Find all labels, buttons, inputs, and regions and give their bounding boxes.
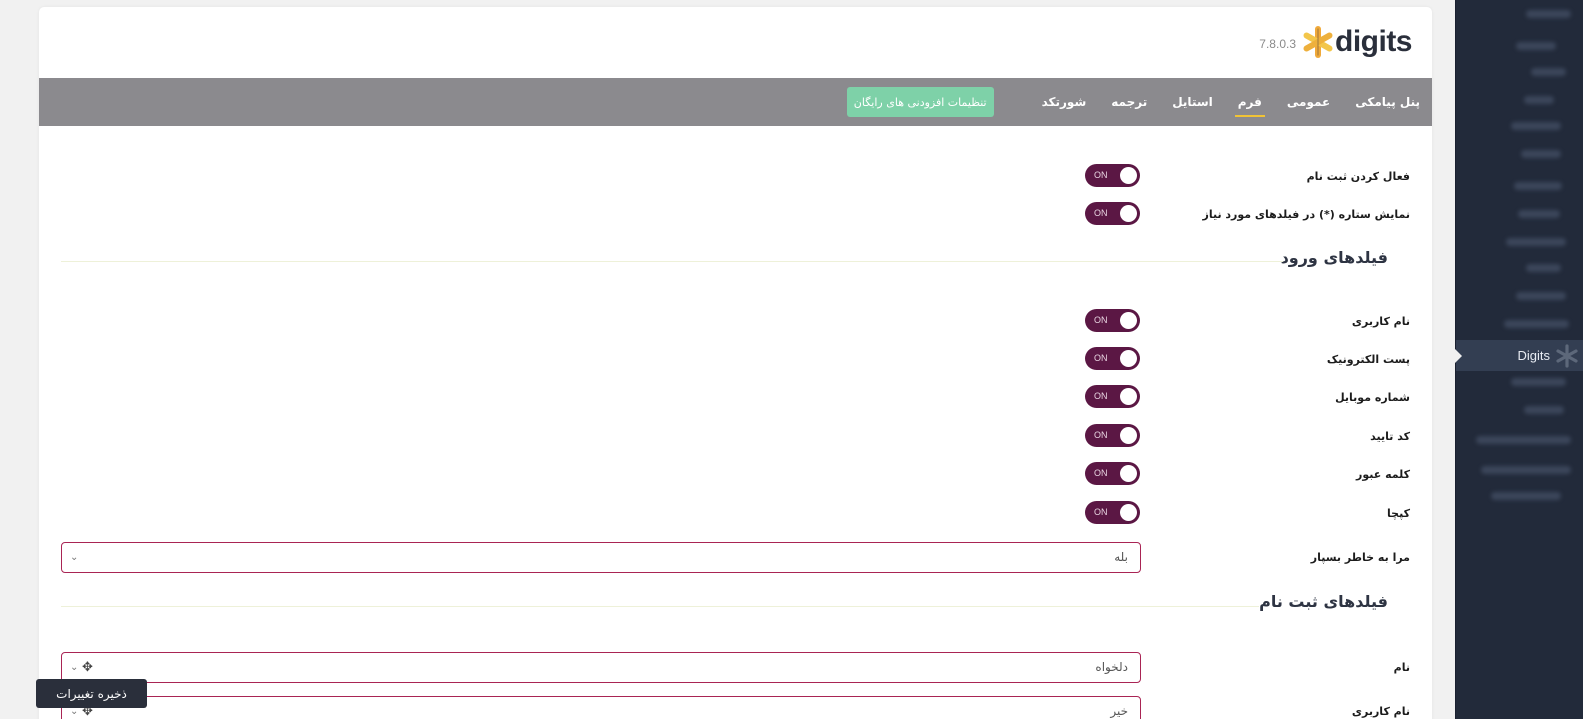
brand-name: digits (1335, 25, 1413, 58)
password-label: کلمه عبور (1356, 467, 1410, 481)
sidebar-item-digits[interactable]: Digits (1456, 340, 1583, 371)
chevron-down-icon: ⌄ (70, 662, 79, 673)
login-fields-title: فیلدهای ورود (1280, 248, 1388, 267)
select-value: بله (1114, 550, 1128, 564)
toggle-knob (1120, 350, 1137, 367)
toggle-text: ON (1094, 353, 1108, 363)
digits-asterisk-icon (1303, 26, 1333, 58)
toggle-text: ON (1094, 391, 1108, 401)
save-changes-button[interactable]: ذخیره تغییرات (36, 679, 147, 708)
card-header: 7.8.0.3 digits (39, 7, 1432, 78)
settings-card: 7.8.0.3 digits پنل پیامکی عمومی فرم استا… (39, 7, 1432, 719)
password-toggle[interactable]: ON (1085, 462, 1140, 485)
toggle-knob (1120, 427, 1137, 444)
enable-registration-label: فعال کردن ثبت نام (1306, 169, 1410, 183)
toggle-text: ON (1094, 430, 1108, 440)
toggle-text: ON (1094, 170, 1108, 180)
setting-row: کلمه عبور ON (39, 459, 1432, 489)
active-indicator (1455, 349, 1462, 363)
tab-sms-panel[interactable]: پنل پیامکی (1355, 92, 1420, 112)
tab-style[interactable]: استایل (1172, 92, 1213, 112)
tab-general[interactable]: عمومی (1287, 92, 1330, 112)
email-toggle[interactable]: ON (1085, 347, 1140, 370)
select-value: دلخواه (1095, 660, 1128, 674)
setting-row: نام کاربری خیر ⌄ ✥ (39, 696, 1432, 719)
tab-translation[interactable]: ترجمه (1111, 92, 1147, 112)
settings-nav: پنل پیامکی عمومی فرم استایل ترجمه شورتکد… (39, 78, 1432, 126)
show-asterisk-toggle[interactable]: ON (1085, 202, 1140, 225)
toggle-knob (1120, 465, 1137, 482)
name-field-select[interactable]: دلخواه ⌄ ✥ (61, 652, 1141, 683)
register-username-label: نام کاربری (1351, 704, 1410, 718)
enable-registration-toggle[interactable]: ON (1085, 164, 1140, 187)
setting-row: کد تایید ON (39, 421, 1432, 451)
toggle-text: ON (1094, 208, 1108, 218)
username-label: نام کاربری (1351, 314, 1410, 328)
toggle-knob (1120, 312, 1137, 329)
setting-row: نام دلخواه ⌄ ✥ (39, 652, 1432, 683)
setting-row: نام کاربری ON (39, 306, 1432, 336)
tab-form[interactable]: فرم (1234, 92, 1266, 117)
toggle-knob (1120, 388, 1137, 405)
digits-logo-icon (1556, 343, 1578, 368)
toggle-knob (1120, 167, 1137, 184)
sidebar-item-label: Digits (1517, 348, 1550, 363)
section-divider (61, 606, 1259, 607)
toggle-knob (1120, 504, 1137, 521)
setting-row: فعال کردن ثبت نام ON (39, 161, 1432, 191)
otp-label: کد تایید (1370, 429, 1410, 443)
setting-row: نمایش ستاره (*) در فیلدهای مورد نیاز ON (39, 199, 1432, 229)
move-handle-icon[interactable]: ✥ (82, 653, 93, 682)
setting-row: شماره موبایل ON (39, 382, 1432, 412)
remember-me-label: مرا به خاطر بسپار (1310, 550, 1410, 564)
setting-row: کپچا ON (39, 498, 1432, 528)
mobile-toggle[interactable]: ON (1085, 385, 1140, 408)
username-toggle[interactable]: ON (1085, 309, 1140, 332)
toggle-knob (1120, 205, 1137, 222)
email-label: پست الکترونیک (1326, 352, 1410, 366)
select-value: خیر (1110, 704, 1128, 718)
otp-toggle[interactable]: ON (1085, 424, 1140, 447)
section-divider (61, 261, 1283, 262)
chevron-down-icon: ⌄ (70, 552, 79, 563)
toggle-text: ON (1094, 315, 1108, 325)
admin-sidebar: Digits (1455, 0, 1583, 719)
tab-shortcode[interactable]: شورتکد (1042, 92, 1087, 112)
captcha-label: کپچا (1387, 506, 1410, 520)
setting-row: مرا به خاطر بسپار بله ⌄ (39, 542, 1432, 573)
remember-me-select[interactable]: بله ⌄ (61, 542, 1141, 573)
setting-row: پست الکترونیک ON (39, 344, 1432, 374)
name-label: نام (1393, 660, 1410, 674)
toggle-text: ON (1094, 507, 1108, 517)
version-label: 7.8.0.3 (1259, 37, 1296, 51)
register-fields-title: فیلدهای ثبت نام (1259, 592, 1388, 611)
mobile-label: شماره موبایل (1335, 390, 1410, 404)
captcha-toggle[interactable]: ON (1085, 501, 1140, 524)
show-asterisk-label: نمایش ستاره (*) در فیلدهای مورد نیاز (1202, 207, 1411, 221)
free-addons-button[interactable]: تنظیمات افزودنی های رایگان (846, 87, 994, 117)
toggle-text: ON (1094, 468, 1108, 478)
username-field-select[interactable]: خیر ⌄ ✥ (61, 696, 1141, 719)
brand: 7.8.0.3 digits (1259, 25, 1413, 59)
